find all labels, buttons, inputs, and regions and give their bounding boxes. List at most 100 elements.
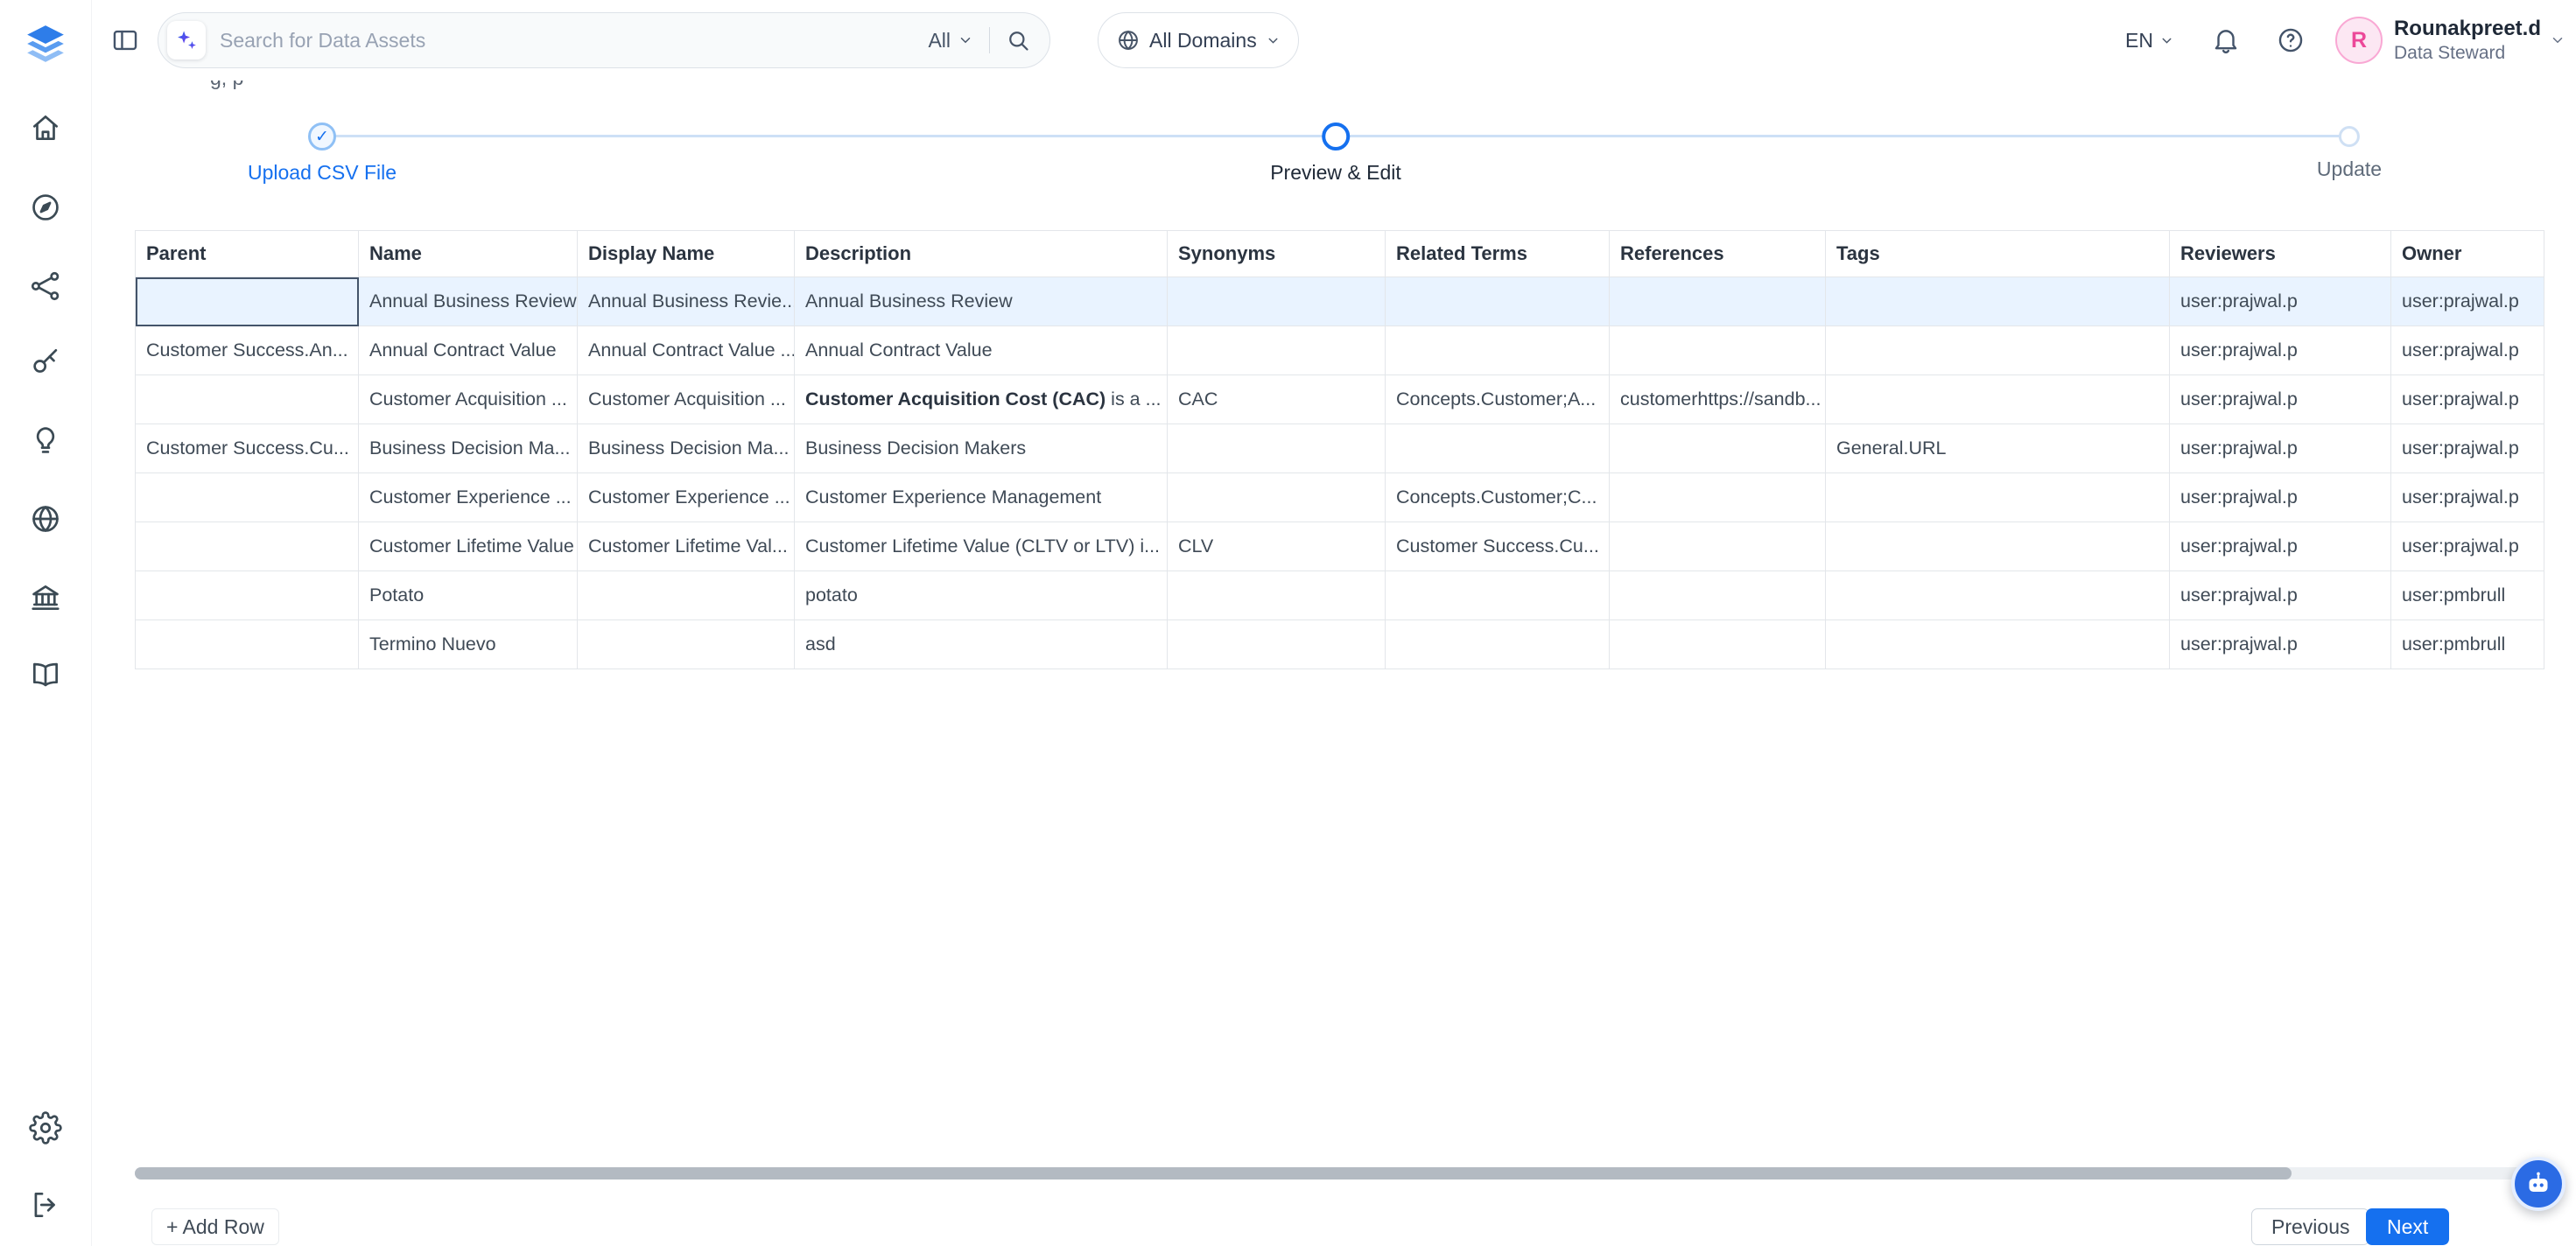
table-cell[interactable]: Business Decision Ma... [359, 424, 578, 473]
table-cell[interactable] [1168, 424, 1386, 473]
table-cell[interactable]: Customer Acquisition ... [578, 375, 795, 424]
table-cell[interactable] [1610, 326, 1826, 375]
table-cell[interactable]: user:pmbrull [2391, 620, 2544, 669]
search-submit-button[interactable] [1006, 28, 1030, 52]
table-cell[interactable]: user:prajwal.p [2391, 424, 2544, 473]
table-cell[interactable]: Annual Contract Value [795, 326, 1168, 375]
table-cell[interactable] [1826, 326, 2170, 375]
table-cell[interactable]: user:prajwal.p [2170, 424, 2391, 473]
ai-search-button[interactable] [167, 21, 206, 60]
table-cell[interactable] [578, 571, 795, 620]
table-cell[interactable]: user:prajwal.p [2170, 620, 2391, 669]
user-menu-chevron[interactable] [2550, 32, 2565, 48]
column-header-tags[interactable]: Tags [1826, 231, 2170, 277]
table-cell[interactable] [136, 522, 359, 571]
table-cell[interactable]: Customer Success.An... [136, 326, 359, 375]
column-header-related-terms[interactable]: Related Terms [1386, 231, 1610, 277]
help-button[interactable] [2276, 25, 2306, 55]
table-cell[interactable]: Customer Success.Cu... [1386, 522, 1610, 571]
table-cell[interactable] [1826, 375, 2170, 424]
sidebar-item-logout[interactable] [21, 1180, 70, 1229]
table-cell[interactable]: potato [795, 571, 1168, 620]
sidebar-item-settings[interactable] [21, 1103, 70, 1152]
table-cell[interactable] [578, 620, 795, 669]
table-cell[interactable] [1386, 571, 1610, 620]
column-header-synonyms[interactable]: Synonyms [1168, 231, 1386, 277]
table-cell[interactable]: asd [795, 620, 1168, 669]
table-cell[interactable] [136, 620, 359, 669]
table-cell[interactable]: Business Decision Makers [795, 424, 1168, 473]
table-cell[interactable]: Potato [359, 571, 578, 620]
table-cell[interactable]: Customer Experience Management [795, 473, 1168, 522]
language-dropdown[interactable]: EN [2125, 29, 2174, 52]
table-cell[interactable] [1826, 473, 2170, 522]
column-header-reviewers[interactable]: Reviewers [2170, 231, 2391, 277]
column-header-parent[interactable]: Parent [136, 231, 359, 277]
table-cell[interactable]: Customer Acquisition ... [359, 375, 578, 424]
avatar[interactable]: R [2335, 17, 2383, 64]
column-header-name[interactable]: Name [359, 231, 578, 277]
table-cell[interactable] [1386, 620, 1610, 669]
table-cell[interactable]: user:prajwal.p [2391, 473, 2544, 522]
table-cell[interactable] [1610, 424, 1826, 473]
table-cell[interactable]: customerhttps://sandb... [1610, 375, 1826, 424]
domains-dropdown[interactable]: All Domains [1098, 12, 1299, 68]
horizontal-scrollbar-track[interactable] [135, 1167, 2544, 1180]
table-cell[interactable]: user:prajwal.p [2170, 326, 2391, 375]
column-header-owner[interactable]: Owner [2391, 231, 2544, 277]
table-cell[interactable]: CLV [1168, 522, 1386, 571]
table-cell[interactable] [1610, 571, 1826, 620]
table-cell[interactable]: user:prajwal.p [2170, 522, 2391, 571]
sidebar-item-glossary[interactable] [21, 650, 70, 699]
table-cell[interactable] [136, 571, 359, 620]
table-cell[interactable] [1610, 277, 1826, 326]
table-cell[interactable] [1826, 277, 2170, 326]
table-cell[interactable]: Business Decision Ma... [578, 424, 795, 473]
table-cell[interactable]: Annual Business Review [359, 277, 578, 326]
table-cell[interactable] [1826, 571, 2170, 620]
table-cell[interactable] [136, 375, 359, 424]
table-cell[interactable] [1386, 277, 1610, 326]
table-cell[interactable]: General.URL [1826, 424, 2170, 473]
table-cell[interactable]: Concepts.Customer;A... [1386, 375, 1610, 424]
table-cell[interactable]: user:pmbrull [2391, 571, 2544, 620]
notifications-button[interactable] [2211, 25, 2241, 55]
table-cell[interactable]: user:prajwal.p [2391, 277, 2544, 326]
column-header-description[interactable]: Description [795, 231, 1168, 277]
table-cell[interactable] [1610, 473, 1826, 522]
table-cell[interactable]: Annual Business Review [795, 277, 1168, 326]
table-cell[interactable]: Customer Success.Cu... [136, 424, 359, 473]
table-cell[interactable]: Customer Lifetime Val... [578, 522, 795, 571]
sidebar-item-network[interactable] [21, 262, 70, 311]
step-upload-label[interactable]: Upload CSV File [248, 161, 397, 185]
sidebar-item-governance[interactable] [21, 573, 70, 622]
sidebar-item-explore[interactable] [21, 183, 70, 232]
table-cell[interactable] [1826, 620, 2170, 669]
column-header-display-name[interactable]: Display Name [578, 231, 795, 277]
chatbot-button[interactable] [2511, 1157, 2565, 1211]
table-cell[interactable] [1610, 620, 1826, 669]
table-cell[interactable]: Customer Experience ... [578, 473, 795, 522]
table-cell[interactable]: user:prajwal.p [2391, 375, 2544, 424]
add-row-button[interactable]: + Add Row [151, 1208, 279, 1245]
table-cell[interactable] [1386, 424, 1610, 473]
table-cell[interactable] [1826, 522, 2170, 571]
table-cell[interactable]: user:prajwal.p [2170, 571, 2391, 620]
table-cell[interactable]: user:prajwal.p [2391, 326, 2544, 375]
table-cell[interactable]: Concepts.Customer;C... [1386, 473, 1610, 522]
table-cell[interactable]: Annual Contract Value ... [578, 326, 795, 375]
app-logo[interactable] [21, 19, 70, 68]
next-button[interactable]: Next [2366, 1208, 2449, 1245]
table-cell[interactable] [136, 277, 359, 326]
table-cell[interactable]: Annual Business Revie... [578, 277, 795, 326]
table-cell[interactable]: Customer Lifetime Value [359, 522, 578, 571]
table-cell[interactable]: CAC [1168, 375, 1386, 424]
table-cell[interactable]: Customer Acquisition Cost (CAC) is a ... [795, 375, 1168, 424]
sidebar-toggle-button[interactable] [110, 25, 140, 55]
table-cell[interactable] [1168, 326, 1386, 375]
table-cell[interactable] [1168, 620, 1386, 669]
column-header-references[interactable]: References [1610, 231, 1826, 277]
sidebar-item-insights[interactable] [21, 416, 70, 465]
table-cell[interactable]: Customer Lifetime Value (CLTV or LTV) i.… [795, 522, 1168, 571]
table-cell[interactable]: Customer Experience ... [359, 473, 578, 522]
